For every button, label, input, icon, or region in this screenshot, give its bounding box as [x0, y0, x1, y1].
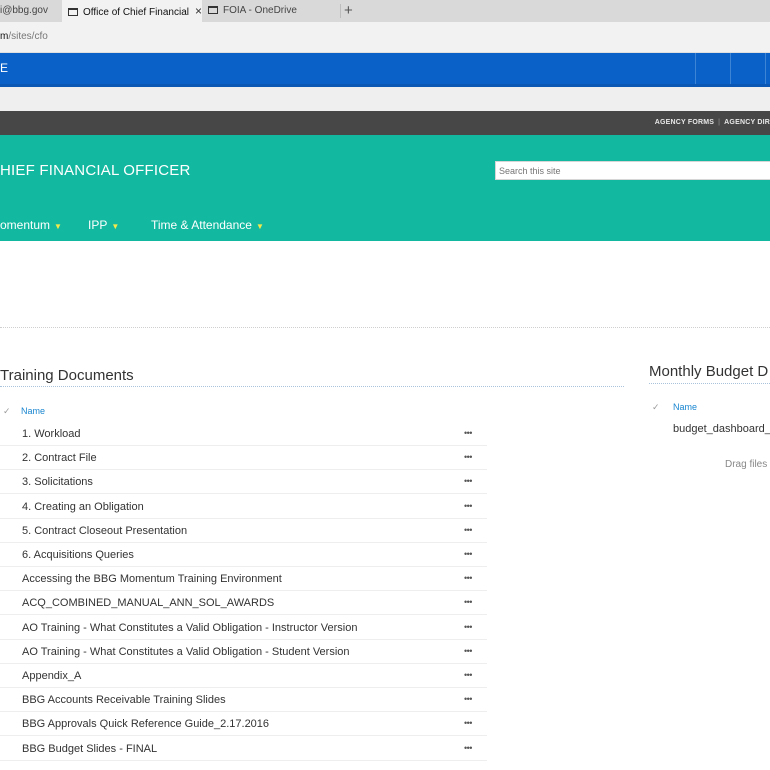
more-options-icon[interactable]: •••	[464, 446, 472, 468]
tab-title: Office of Chief Financial	[83, 7, 189, 18]
table-row[interactable]: BBG Accounts Receivable Training Slides •…	[0, 688, 487, 712]
top-link-agency-forms[interactable]: AGENCY FORMS	[655, 119, 714, 126]
chevron-down-icon: ▼	[54, 222, 62, 231]
browser-tab-office-of-chief-financial[interactable]: Office of Chief Financial ×	[62, 0, 202, 22]
top-link-agency-directory[interactable]: AGENCY DIR	[724, 119, 770, 126]
title-underline	[649, 383, 770, 384]
nav-item-ipp[interactable]: IPP ▼	[88, 218, 119, 232]
table-row[interactable]: 1. Workload •••	[0, 422, 487, 446]
more-options-icon[interactable]: •••	[464, 616, 472, 638]
table-row[interactable]: AO Training - What Constitutes a Valid O…	[0, 616, 487, 640]
budget-file-link[interactable]: budget_dashboard_	[673, 423, 770, 435]
browser-tab-mail[interactable]: i@bbg.gov	[0, 0, 62, 22]
document-link[interactable]: Accessing the BBG Momentum Training Envi…	[22, 567, 282, 591]
training-documents-title[interactable]: Training Documents	[0, 367, 134, 384]
document-link[interactable]: 1. Workload	[22, 422, 81, 446]
table-row[interactable]: Appendix_A •••	[0, 664, 487, 688]
more-options-icon[interactable]: •••	[464, 737, 472, 759]
checkmark-icon[interactable]: ✓	[652, 402, 660, 413]
nav-label: IPP	[88, 218, 108, 232]
document-link[interactable]: 6. Acquisitions Queries	[22, 543, 134, 567]
browser-tab-foia-onedrive[interactable]: FOIA - OneDrive	[208, 0, 340, 22]
table-row[interactable]: ACQ_COMBINED_MANUAL_ANN_SOL_AWARDS •••	[0, 591, 487, 615]
document-link[interactable]: 5. Contract Closeout Presentation	[22, 519, 187, 543]
close-icon[interactable]: ×	[195, 4, 202, 18]
table-row[interactable]: 4. Creating an Obligation •••	[0, 495, 487, 519]
tab-title: FOIA - OneDrive	[223, 5, 297, 16]
new-tab-button[interactable]: +	[344, 0, 353, 22]
tab-divider	[340, 4, 341, 18]
table-row[interactable]: BBG Approvals Quick Reference Guide_2.17…	[0, 712, 487, 736]
suite-bar: E	[0, 53, 770, 87]
document-link[interactable]: 3. Solicitations	[22, 470, 93, 494]
url-text: m/sites/cfo	[0, 22, 48, 52]
ribbon-band	[0, 87, 770, 111]
browser-tab-strip: i@bbg.gov Office of Chief Financial × FOI…	[0, 0, 770, 22]
suite-bar-title[interactable]: E	[0, 53, 8, 84]
document-link[interactable]: BBG Accounts Receivable Training Slides	[22, 688, 226, 712]
suite-bar-button[interactable]	[695, 53, 730, 84]
search-input[interactable]	[495, 161, 770, 180]
table-row[interactable]: AO Training - What Constitutes a Valid O…	[0, 640, 487, 664]
suite-bar-button[interactable]	[730, 53, 765, 84]
document-link[interactable]: Appendix_A	[22, 664, 81, 688]
document-link[interactable]: BBG Budget Slides - FINAL	[22, 737, 157, 761]
address-bar[interactable]: m/sites/cfo	[0, 22, 770, 53]
title-underline	[0, 386, 624, 387]
more-options-icon[interactable]: •••	[464, 664, 472, 686]
nav-label: Time & Attendance	[151, 218, 252, 232]
table-row[interactable]: BBG Budget Slides - FINAL •••	[0, 737, 487, 761]
more-options-icon[interactable]: •••	[464, 640, 472, 662]
document-link[interactable]: BBG Approvals Quick Reference Guide_2.17…	[22, 712, 269, 736]
more-options-icon[interactable]: •••	[464, 543, 472, 565]
table-row[interactable]: 2. Contract File •••	[0, 446, 487, 470]
table-row[interactable]: BBG Disbursement Training for COR - Feb …	[0, 761, 487, 767]
site-header: HIEF FINANCIAL OFFICER omentum▼ IPP▼ Tim…	[0, 135, 770, 241]
table-row[interactable]: Accessing the BBG Momentum Training Envi…	[0, 567, 487, 591]
section-divider	[0, 327, 770, 328]
checkmark-icon[interactable]: ✓	[3, 406, 11, 417]
drag-files-hint: Drag files	[725, 459, 768, 470]
suite-bar-button[interactable]	[765, 53, 770, 84]
link-divider: |	[718, 119, 721, 126]
column-header-name[interactable]: Name	[673, 402, 697, 412]
top-links-bar: AGENCY FORMS | AGENCY DIR	[0, 111, 770, 135]
document-link[interactable]: BBG Disbursement Training for COR - Feb …	[22, 761, 377, 767]
more-options-icon[interactable]: •••	[464, 688, 472, 710]
nav-item-momentum[interactable]: omentum ▼	[0, 218, 62, 232]
url-path: /sites/cfo	[8, 31, 48, 42]
table-row[interactable]: 6. Acquisitions Queries •••	[0, 543, 487, 567]
table-row[interactable]: 3. Solicitations •••	[0, 470, 487, 494]
more-options-icon[interactable]: •••	[464, 519, 472, 541]
monthly-budget-title[interactable]: Monthly Budget D	[649, 363, 768, 380]
page-icon	[208, 6, 218, 15]
more-options-icon[interactable]: •••	[464, 761, 472, 767]
site-title[interactable]: HIEF FINANCIAL OFFICER	[0, 162, 191, 179]
more-options-icon[interactable]: •••	[464, 422, 472, 444]
more-options-icon[interactable]: •••	[464, 567, 472, 589]
table-row[interactable]: 5. Contract Closeout Presentation •••	[0, 519, 487, 543]
chevron-down-icon: ▼	[255, 222, 264, 231]
column-header-name[interactable]: Name	[21, 406, 45, 416]
more-options-icon[interactable]: •••	[464, 495, 472, 517]
document-link[interactable]: 4. Creating an Obligation	[22, 495, 144, 519]
tab-title: i@bbg.gov	[0, 5, 48, 16]
document-link[interactable]: ACQ_COMBINED_MANUAL_ANN_SOL_AWARDS	[22, 591, 274, 615]
document-link[interactable]: AO Training - What Constitutes a Valid O…	[22, 616, 357, 640]
more-options-icon[interactable]: •••	[464, 470, 472, 492]
more-options-icon[interactable]: •••	[464, 591, 472, 613]
top-links: AGENCY FORMS | AGENCY DIR	[655, 111, 770, 135]
chevron-down-icon: ▼	[111, 222, 120, 231]
nav-label: omentum	[0, 218, 51, 232]
document-link[interactable]: 2. Contract File	[22, 446, 97, 470]
document-link[interactable]: AO Training - What Constitutes a Valid O…	[22, 640, 350, 664]
more-options-icon[interactable]: •••	[464, 712, 472, 734]
nav-item-time-attendance[interactable]: Time & Attendance ▼	[151, 218, 264, 232]
page-icon	[68, 8, 78, 17]
